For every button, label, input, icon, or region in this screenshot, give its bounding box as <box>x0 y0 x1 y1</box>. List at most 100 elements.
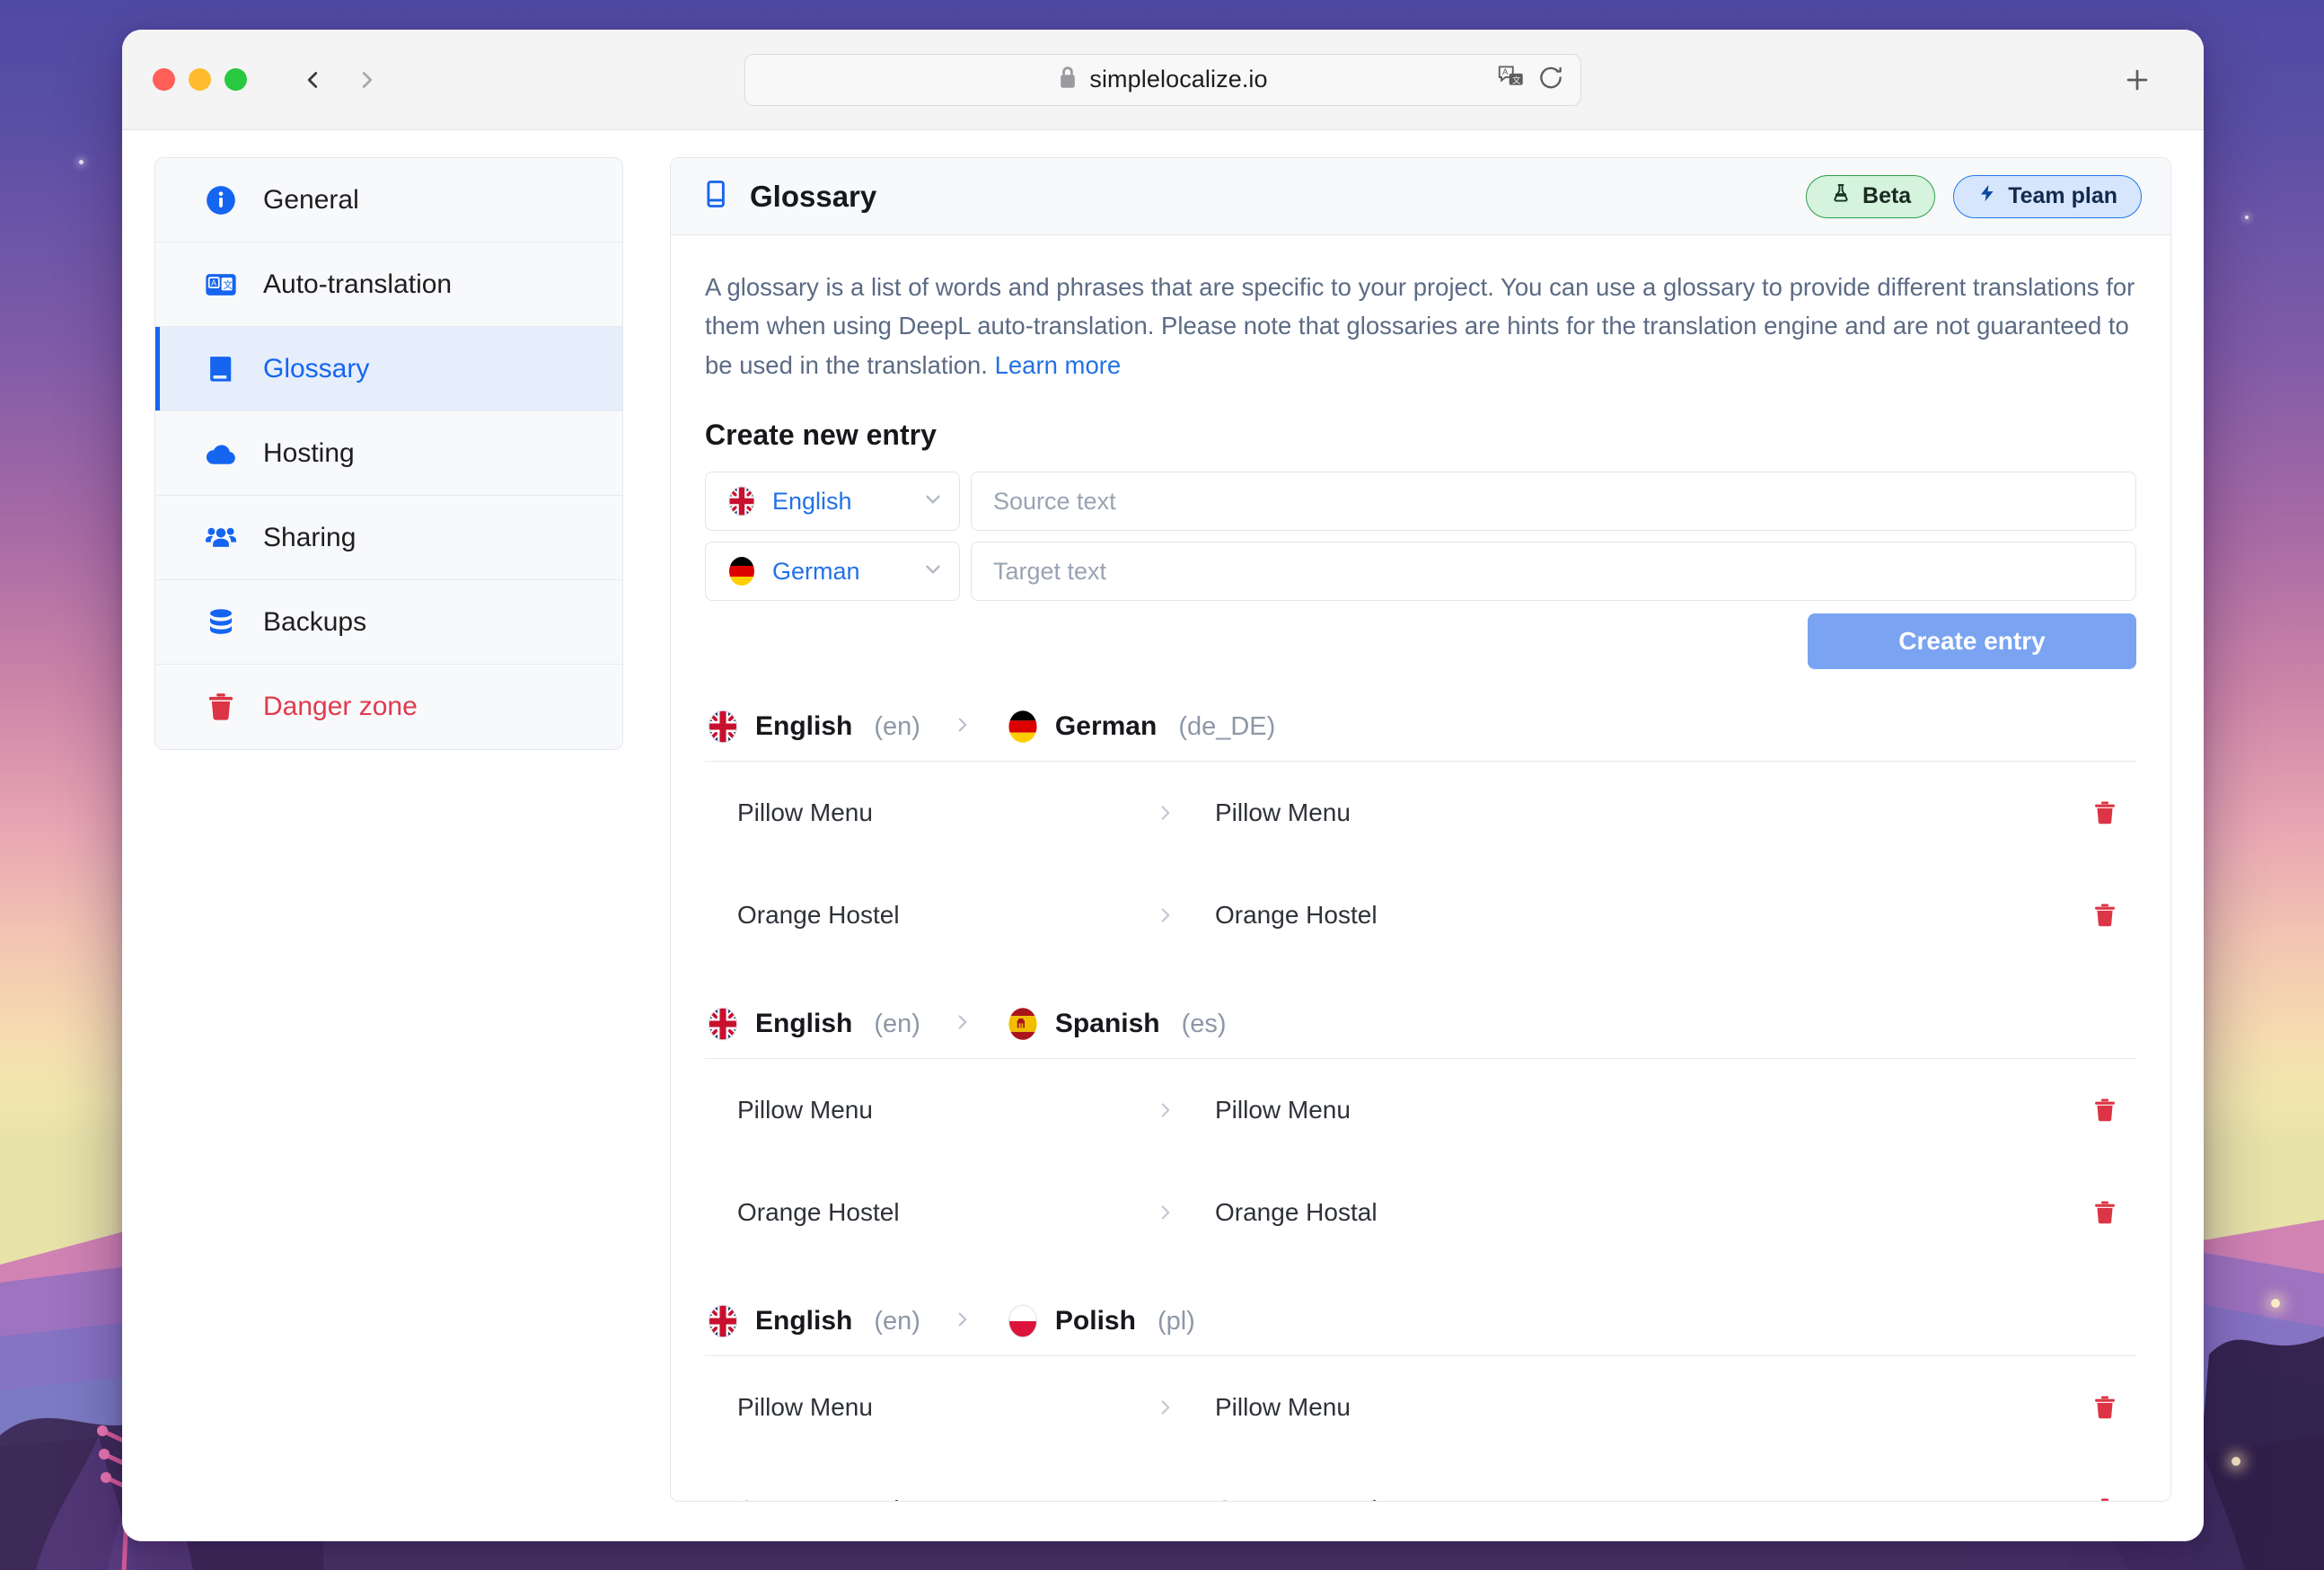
glossary-group-header: English (en) <box>705 1006 2136 1060</box>
status-badge-plan: Team plan <box>1953 174 2142 218</box>
sidebar-item-glossary[interactable]: Glossary <box>155 327 622 411</box>
group-source-language: English <box>755 1306 853 1336</box>
maximize-window-button[interactable] <box>224 68 247 91</box>
uk-flag <box>705 1006 741 1042</box>
sidebar-item-general[interactable]: General <box>155 158 622 243</box>
page-title: Glossary <box>750 179 877 213</box>
delete-entry-button[interactable] <box>2073 1495 2136 1501</box>
chevron-right-icon <box>1154 801 1192 825</box>
entry-source-text: Orange Hostel <box>737 1198 900 1227</box>
page-content: General A 文 Auto-translation Glossary Ho… <box>122 130 2204 1541</box>
translate-icon[interactable]: A 文 <box>1498 64 1525 95</box>
delete-entry-button[interactable] <box>2073 1198 2136 1227</box>
group-source-code: (en) <box>874 1009 920 1038</box>
cloud-icon <box>202 435 240 472</box>
card-badges: Beta Team plan <box>1806 174 2142 218</box>
group-source-language: English <box>755 1009 853 1039</box>
flask-icon <box>1830 182 1852 210</box>
glossary-entry-row: Pillow Menu Pillow Menu <box>705 762 2136 864</box>
source-text-input[interactable] <box>971 472 2136 532</box>
minimize-window-button[interactable] <box>189 68 211 91</box>
entry-target-text: Orange Hostal <box>1215 1198 1378 1227</box>
de-flag <box>726 555 758 587</box>
back-icon[interactable] <box>297 65 328 95</box>
window-controls <box>153 68 247 91</box>
glossary-group: English (en) <box>705 1006 2136 1264</box>
group-target-language: Polish <box>1054 1306 1136 1336</box>
sidebar-item-danger-zone[interactable]: Danger zone <box>155 665 622 749</box>
svg-text:文: 文 <box>1512 75 1520 84</box>
glossary-card-header: Glossary Beta Team plan <box>671 158 2170 235</box>
close-window-button[interactable] <box>153 68 175 91</box>
group-target-language: Spanish <box>1054 1009 1160 1039</box>
new-tab-icon[interactable] <box>2117 60 2157 100</box>
wallpaper-firefly <box>2271 1299 2280 1308</box>
info-circle-icon <box>202 181 240 219</box>
sidebar-item-sharing[interactable]: Sharing <box>155 496 622 580</box>
sidebar-item-label: Glossary <box>263 353 370 384</box>
chevron-right-icon <box>1154 1498 1192 1501</box>
entry-target-text: Pillow Menu <box>1215 798 1351 827</box>
source-language-select[interactable]: English <box>705 472 960 532</box>
description-text: A glossary is a list of words and phrase… <box>705 273 2135 379</box>
target-row: German <box>705 542 2136 602</box>
group-target-language: German <box>1054 711 1158 742</box>
sidebar-item-label: Danger zone <box>263 692 418 721</box>
target-language-select[interactable]: German <box>705 542 960 602</box>
reload-icon[interactable] <box>1537 64 1564 95</box>
wallpaper-firefly <box>2232 1457 2240 1466</box>
entry-source-text: Orange Hostel <box>737 901 900 930</box>
sidebar-item-hosting[interactable]: Hosting <box>155 411 622 496</box>
lock-icon <box>1058 66 1078 93</box>
sidebar-item-label: General <box>263 184 359 215</box>
glossary-card: Glossary Beta Team plan A glossary is a … <box>670 157 2171 1502</box>
source-row: English <box>705 472 2136 532</box>
lightning-icon <box>1977 182 1997 210</box>
glossary-group-header: English (en) <box>705 1303 2136 1357</box>
group-target-code: (es) <box>1181 1009 1227 1038</box>
address-bar[interactable]: simplelocalize.io A 文 <box>744 53 1581 106</box>
trash-icon <box>202 688 240 726</box>
glossary-description: A glossary is a list of words and phrase… <box>705 268 2136 384</box>
entry-source-text: Pillow Menu <box>737 1096 873 1125</box>
badge-label: Team plan <box>2008 183 2117 208</box>
delete-entry-button[interactable] <box>2073 901 2136 930</box>
chevron-right-icon <box>1154 1098 1192 1122</box>
svg-text:文: 文 <box>224 278 233 290</box>
group-target-code: (de_DE) <box>1178 711 1276 741</box>
sidebar-item-backups[interactable]: Backups <box>155 580 622 665</box>
target-text-input[interactable] <box>971 542 2136 602</box>
chevron-down-icon <box>921 558 945 586</box>
browser-window: simplelocalize.io A 文 General A 文 Auto-t… <box>122 30 2204 1541</box>
entry-target-text: Orange Hostel <box>1192 1495 2073 1501</box>
glossary-card-body: A glossary is a list of words and phrase… <box>671 235 2170 1501</box>
glossary-group-header: English (en) <box>705 709 2136 763</box>
delete-entry-button[interactable] <box>2073 1393 2136 1422</box>
uk-flag <box>726 485 758 517</box>
glossary-group: English (en) <box>705 709 2136 966</box>
delete-entry-button[interactable] <box>2073 798 2136 827</box>
source-language-label: English <box>772 487 852 515</box>
pl-flag <box>1005 1303 1041 1339</box>
glossary-entry-row: Orange Hostel Orange Hostel <box>705 1459 2136 1501</box>
sidebar-item-label: Sharing <box>263 522 357 552</box>
sidebar-item-label: Hosting <box>263 437 355 468</box>
es-flag <box>1005 1006 1041 1042</box>
entry-source-text: Pillow Menu <box>737 798 873 827</box>
svg-text:A: A <box>1502 67 1509 76</box>
group-source-code: (en) <box>874 1306 920 1336</box>
create-entry-button[interactable]: Create entry <box>1808 613 2136 670</box>
forward-icon[interactable] <box>352 65 383 95</box>
chevron-right-icon <box>1154 1396 1192 1419</box>
svg-text:A: A <box>211 278 216 287</box>
learn-more-link[interactable]: Learn more <box>995 351 1122 379</box>
url-text: simplelocalize.io <box>1089 66 1268 93</box>
chevron-right-icon <box>1154 904 1192 927</box>
group-source-code: (en) <box>874 711 920 741</box>
glossary-entry-row: Orange Hostel Orange Hostel <box>705 864 2136 966</box>
sidebar-item-auto-translation[interactable]: A 文 Auto-translation <box>155 243 622 327</box>
delete-entry-button[interactable] <box>2073 1096 2136 1125</box>
chevron-down-icon <box>921 488 945 516</box>
status-badge-beta: Beta <box>1806 174 1936 218</box>
desktop-wallpaper: simplelocalize.io A 文 General A 文 Auto-t… <box>0 0 2324 1570</box>
